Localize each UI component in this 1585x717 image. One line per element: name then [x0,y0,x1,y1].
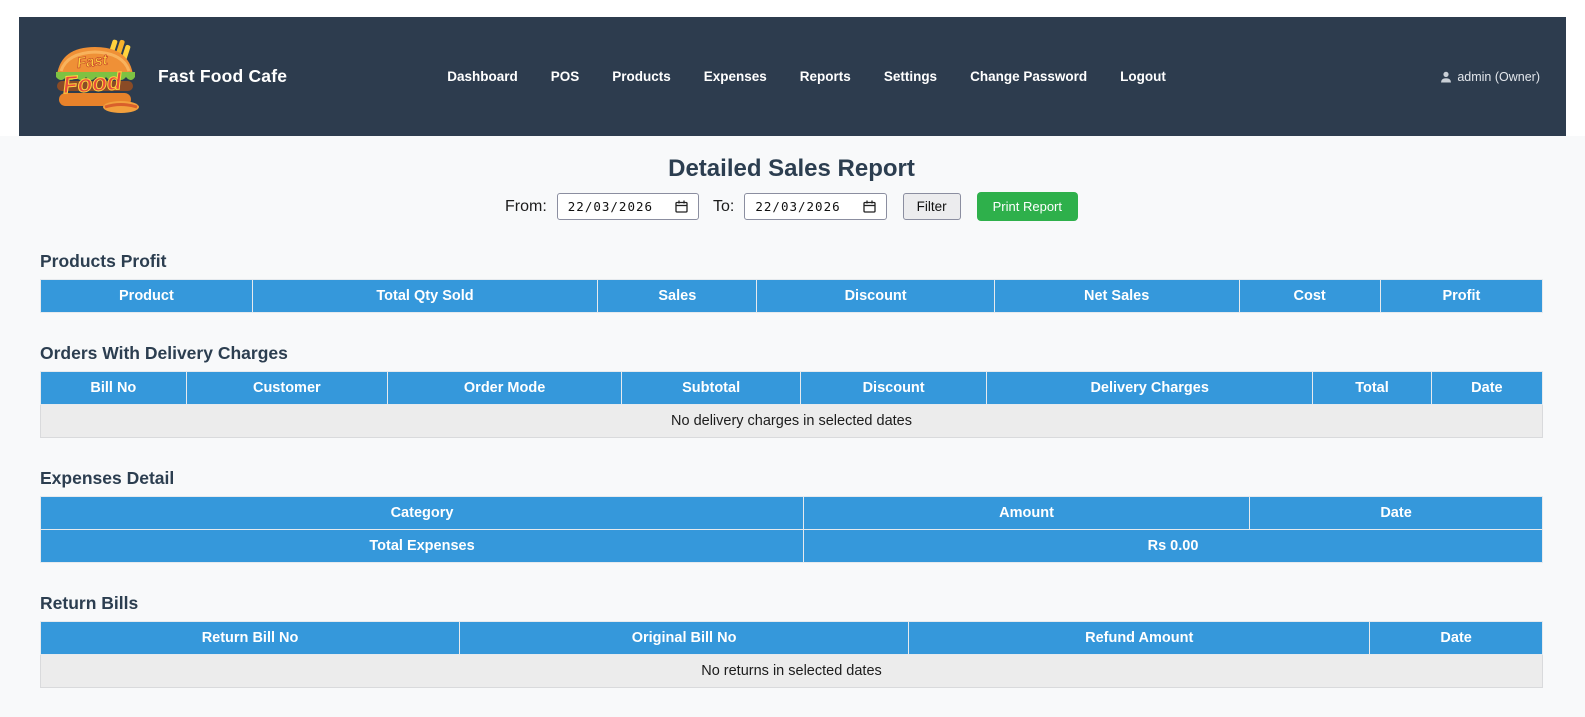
col-date: Date [1431,372,1542,405]
delivery-empty-message: No delivery charges in selected dates [41,405,1543,438]
brand-name: Fast Food Cafe [158,66,287,87]
filter-button[interactable]: Filter [903,193,961,220]
table-header-row: Category Amount Date [41,497,1543,530]
section-delivery-orders: Orders With Delivery Charges Bill No Cus… [40,343,1543,438]
col-refund-amount: Refund Amount [909,622,1370,655]
date-filter-bar: From: 22/03/2026 To: 22/03/2026 Filter P… [40,192,1543,221]
col-sales: Sales [598,280,757,313]
col-total-qty-sold: Total Qty Sold [252,280,597,313]
return-bills-table: Return Bill No Original Bill No Refund A… [40,621,1543,688]
total-expenses-value: Rs 0.00 [804,530,1543,563]
table-header-row: Return Bill No Original Bill No Refund A… [41,622,1543,655]
section-expenses-detail: Expenses Detail Category Amount Date Tot… [40,468,1543,563]
fast-food-logo-icon: Fast Food [47,39,144,115]
delivery-orders-heading: Orders With Delivery Charges [40,343,1543,364]
nav-logout[interactable]: Logout [1120,69,1166,84]
report-page: Detailed Sales Report From: 22/03/2026 T… [0,136,1585,717]
col-original-bill-no: Original Bill No [460,622,909,655]
col-discount: Discount [757,280,994,313]
user-label: admin (Owner) [1457,70,1540,84]
from-date-value[interactable]: 22/03/2026 [568,199,653,214]
to-date-input[interactable]: 22/03/2026 [744,193,886,220]
top-navbar: Fast Food Fast Food Cafe Dashboard POS P… [19,17,1566,136]
calendar-icon[interactable] [863,200,876,213]
col-product: Product [41,280,253,313]
from-label: From: [505,198,547,216]
table-header-row: Bill No Customer Order Mode Subtotal Dis… [41,372,1543,405]
user-icon [1440,71,1452,83]
from-date-input[interactable]: 22/03/2026 [557,193,699,220]
return-bills-heading: Return Bills [40,593,1543,614]
col-net-sales: Net Sales [994,280,1239,313]
nav-settings[interactable]: Settings [884,69,937,84]
print-report-button[interactable]: Print Report [977,192,1078,221]
col-date: Date [1370,622,1543,655]
empty-state-row: No returns in selected dates [41,655,1543,688]
to-label: To: [713,198,734,216]
col-category: Category [41,497,804,530]
calendar-icon[interactable] [675,200,688,213]
col-date: Date [1250,497,1543,530]
nav-change-password[interactable]: Change Password [970,69,1087,84]
col-discount: Discount [800,372,986,405]
expenses-total-row: Total Expenses Rs 0.00 [41,530,1543,563]
empty-state-row: No delivery charges in selected dates [41,405,1543,438]
nav-products[interactable]: Products [612,69,671,84]
col-bill-no: Bill No [41,372,187,405]
brand: Fast Food Fast Food Cafe [47,39,287,115]
expenses-table: Category Amount Date Total Expenses Rs 0… [40,496,1543,563]
total-expenses-label: Total Expenses [41,530,804,563]
col-subtotal: Subtotal [622,372,801,405]
main-nav: Dashboard POS Products Expenses Reports … [447,69,1166,84]
col-order-mode: Order Mode [387,372,621,405]
products-profit-table: Product Total Qty Sold Sales Discount Ne… [40,279,1543,313]
page-title: Detailed Sales Report [40,155,1543,183]
nav-dashboard[interactable]: Dashboard [447,69,518,84]
col-total: Total [1313,372,1432,405]
nav-pos[interactable]: POS [551,69,580,84]
returns-empty-message: No returns in selected dates [41,655,1543,688]
table-header-row: Product Total Qty Sold Sales Discount Ne… [41,280,1543,313]
col-amount: Amount [804,497,1250,530]
col-return-bill-no: Return Bill No [41,622,460,655]
expenses-detail-heading: Expenses Detail [40,468,1543,489]
col-cost: Cost [1239,280,1380,313]
nav-expenses[interactable]: Expenses [704,69,767,84]
col-profit: Profit [1380,280,1542,313]
col-delivery-charges: Delivery Charges [987,372,1313,405]
to-date-value[interactable]: 22/03/2026 [755,199,840,214]
section-return-bills: Return Bills Return Bill No Original Bil… [40,593,1543,688]
delivery-orders-table: Bill No Customer Order Mode Subtotal Dis… [40,371,1543,438]
col-customer: Customer [186,372,387,405]
section-products-profit: Products Profit Product Total Qty Sold S… [40,251,1543,313]
nav-reports[interactable]: Reports [800,69,851,84]
products-profit-heading: Products Profit [40,251,1543,272]
user-info: admin (Owner) [1440,70,1540,84]
svg-text:Food: Food [62,68,124,99]
